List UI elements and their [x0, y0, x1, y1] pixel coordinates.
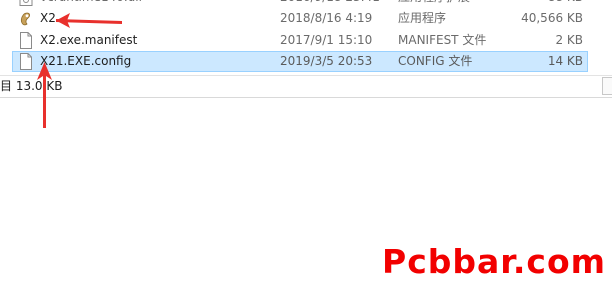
app-icon: [20, 12, 30, 26]
file-date: 2016/9/18 23:41: [280, 0, 380, 8]
dll-icon: [19, 0, 33, 6]
file-date: 2017/9/1 15:10: [280, 33, 373, 47]
file-name: vcruntime140.dll: [40, 0, 142, 8]
file-date: 2019/3/5 20:53: [280, 54, 373, 68]
file-list: vcruntime140.dll 2016/9/18 23:41 应用程序扩展 …: [0, 0, 612, 75]
view-toggle-button[interactable]: [602, 77, 612, 95]
file-row[interactable]: vcruntime140.dll 2016/9/18 23:41 应用程序扩展 …: [12, 0, 588, 8]
file-icon: [20, 32, 32, 49]
status-bar: 目 13.0 KB: [0, 76, 612, 98]
file-size: 40,566 KB: [521, 11, 583, 25]
file-size: 2 KB: [555, 33, 583, 47]
file-icon: [20, 53, 32, 70]
file-name: X21.EXE.config: [40, 54, 132, 68]
file-name: X2.exe.manifest: [40, 33, 138, 47]
file-row-selected[interactable]: X21.EXE.config 2019/3/5 20:53 CONFIG 文件 …: [12, 51, 588, 72]
file-row[interactable]: X2.exe.manifest 2017/9/1 15:10 MANIFEST …: [12, 30, 588, 51]
file-row[interactable]: X2 2018/8/16 4:19 应用程序 40,566 KB: [12, 8, 588, 29]
status-text: 目 13.0 KB: [0, 79, 63, 93]
file-type: CONFIG 文件: [398, 54, 473, 68]
file-type: 应用程序扩展: [398, 0, 470, 8]
file-size: 14 KB: [547, 54, 583, 68]
file-date: 2018/8/16 4:19: [280, 11, 373, 25]
file-type: MANIFEST 文件: [398, 33, 487, 47]
file-size: 88 KB: [548, 0, 583, 8]
watermark: Pcbbar.com: [382, 242, 606, 281]
file-name: X2: [40, 11, 56, 25]
file-type: 应用程序: [398, 11, 447, 25]
